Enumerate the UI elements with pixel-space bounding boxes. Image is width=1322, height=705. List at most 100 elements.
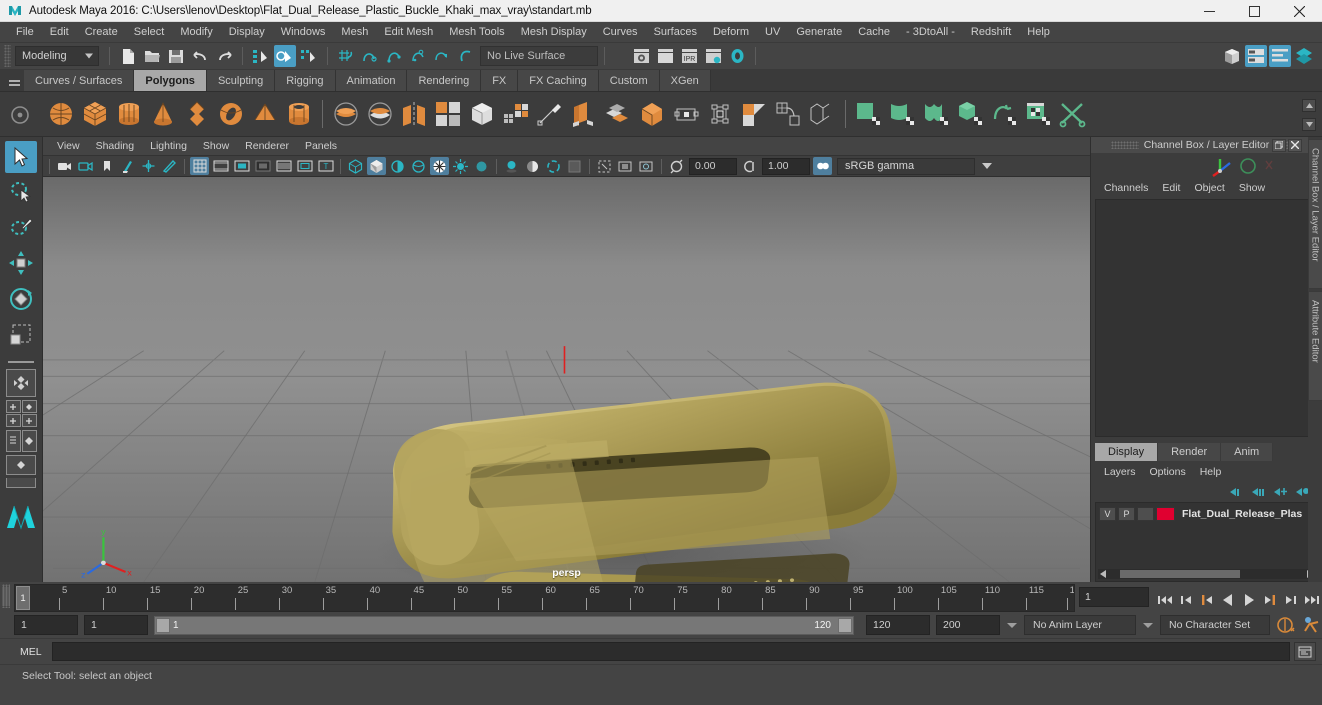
- undo-icon[interactable]: [189, 45, 211, 67]
- menu-windows[interactable]: Windows: [273, 23, 334, 42]
- modeling-toolkit-icon[interactable]: [1221, 45, 1243, 67]
- step-forward-frame-icon[interactable]: [1260, 590, 1280, 610]
- polygon-extrude-icon[interactable]: [567, 97, 601, 131]
- polygon-quad-draw-icon[interactable]: [499, 97, 533, 131]
- snap-to-curve-icon[interactable]: [359, 45, 381, 67]
- select-by-hierarchy-icon[interactable]: [250, 45, 272, 67]
- render-current-frame-icon[interactable]: [630, 45, 652, 67]
- shelf-tab-sculpting[interactable]: Sculpting: [206, 70, 276, 91]
- playback-start-time-field[interactable]: 1: [84, 615, 148, 635]
- layout-extra-row[interactable]: [6, 478, 36, 488]
- auto-keyframe-icon[interactable]: [1276, 615, 1296, 635]
- resolution-gate-icon[interactable]: [232, 157, 251, 175]
- film-gate-icon[interactable]: [211, 157, 230, 175]
- gamma-icon[interactable]: [740, 157, 759, 175]
- menu-cache[interactable]: Cache: [850, 23, 898, 42]
- open-scene-icon[interactable]: [141, 45, 163, 67]
- current-frame-field[interactable]: 1: [1079, 587, 1149, 607]
- channel-box-list[interactable]: [1095, 199, 1318, 437]
- use-all-lights-icon[interactable]: [472, 157, 491, 175]
- menu-deform[interactable]: Deform: [705, 23, 757, 42]
- multisample-aa-icon[interactable]: [565, 157, 584, 175]
- paint-select-tool-button[interactable]: [4, 209, 38, 245]
- lock-camera-icon[interactable]: [76, 157, 95, 175]
- polygon-cone-icon[interactable]: [146, 97, 180, 131]
- shelf-scroll-up-button[interactable]: [1302, 99, 1316, 112]
- polygon-bevel-icon[interactable]: [601, 97, 635, 131]
- polygon-reduce-icon[interactable]: [737, 97, 771, 131]
- menu-display[interactable]: Display: [221, 23, 273, 42]
- polygon-octahedron-icon[interactable]: [180, 97, 214, 131]
- gate-mask-icon[interactable]: [253, 157, 272, 175]
- polygon-multi-cut-icon[interactable]: [533, 97, 567, 131]
- current-time-indicator[interactable]: 1: [16, 586, 30, 610]
- flat-shade-icon[interactable]: [409, 157, 428, 175]
- step-back-keyframe-icon[interactable]: [1176, 590, 1196, 610]
- quad-view-cell[interactable]: [21, 400, 37, 413]
- safe-title-icon[interactable]: T: [316, 157, 335, 175]
- character-set-chevron-down-icon[interactable]: [1142, 622, 1154, 628]
- wireframe-on-shaded-icon[interactable]: [430, 157, 449, 175]
- lasso-tool-button[interactable]: [4, 173, 38, 209]
- viewport-menu-lighting[interactable]: Lighting: [142, 140, 195, 152]
- new-layer-icon[interactable]: [1226, 484, 1248, 500]
- snap-to-projected-center-icon[interactable]: [407, 45, 429, 67]
- menu-curves[interactable]: Curves: [595, 23, 646, 42]
- snap-to-view-plane-icon[interactable]: [431, 45, 453, 67]
- menu-file[interactable]: File: [8, 23, 42, 42]
- color-transform-dropdown[interactable]: sRGB gamma: [837, 157, 992, 175]
- polygon-torus-icon[interactable]: [214, 97, 248, 131]
- uv-automatic-icon[interactable]: [954, 97, 988, 131]
- bookmark-icon[interactable]: [97, 157, 116, 175]
- channel-box-icon[interactable]: [1293, 45, 1315, 67]
- polygon-fill-hole-icon[interactable]: [703, 97, 737, 131]
- maximize-button[interactable]: [1232, 0, 1277, 22]
- wireframe-icon[interactable]: [346, 157, 365, 175]
- select-tool-button[interactable]: [5, 141, 37, 173]
- uv-cylindrical-icon[interactable]: [920, 97, 954, 131]
- grease-pencil-icon[interactable]: [160, 157, 179, 175]
- animation-preferences-icon[interactable]: [1302, 615, 1322, 635]
- layer-color-swatch[interactable]: [1156, 506, 1175, 521]
- menu-redshift[interactable]: Redshift: [963, 23, 1019, 42]
- layer-list[interactable]: V P Flat_Dual_Release_Plas: [1095, 502, 1318, 582]
- scrollbar-thumb[interactable]: [1120, 570, 1240, 578]
- channelbox-menu-show[interactable]: Show: [1232, 182, 1272, 194]
- new-scene-icon[interactable]: [117, 45, 139, 67]
- select-by-component-icon[interactable]: [298, 45, 320, 67]
- uv-cut-icon[interactable]: [1056, 97, 1090, 131]
- range-end-handle[interactable]: [838, 617, 852, 633]
- viewport-menu-panels[interactable]: Panels: [297, 140, 345, 152]
- statusline-grip[interactable]: [4, 45, 11, 67]
- layer-menu-options[interactable]: Options: [1143, 466, 1193, 478]
- single-perspective-layout-button[interactable]: [6, 369, 36, 397]
- screen-space-ao-icon[interactable]: [523, 157, 542, 175]
- persp-graph-layout-button[interactable]: [6, 455, 36, 475]
- channelbox-menu-channels[interactable]: Channels: [1097, 182, 1155, 194]
- four-view-layout-button[interactable]: [5, 400, 37, 427]
- menu-help[interactable]: Help: [1019, 23, 1058, 42]
- anim-layer-chevron-down-icon[interactable]: [1006, 622, 1018, 628]
- polygon-smooth-icon[interactable]: [465, 97, 499, 131]
- range-slider[interactable]: 1 120: [154, 615, 854, 635]
- hypershade-icon[interactable]: [726, 45, 748, 67]
- grid-icon[interactable]: [190, 157, 209, 175]
- sidetab-attribute-editor[interactable]: Attribute Editor: [1307, 291, 1322, 401]
- quad-view-cell[interactable]: [21, 414, 37, 427]
- polygon-booleans-union-icon[interactable]: [329, 97, 363, 131]
- render-settings-icon[interactable]: [702, 45, 724, 67]
- polygon-crease-icon[interactable]: [805, 97, 839, 131]
- helpline-grip[interactable]: [2, 584, 10, 604]
- channelbox-menu-edit[interactable]: Edit: [1155, 182, 1187, 194]
- shelf-tab-curves-surfaces[interactable]: Curves / Surfaces: [24, 70, 135, 91]
- go-to-end-icon[interactable]: [1302, 590, 1322, 610]
- uv-unfold-icon[interactable]: [988, 97, 1022, 131]
- layer-visibility-toggle[interactable]: V: [1099, 506, 1116, 521]
- snap-to-grid-icon[interactable]: [335, 45, 357, 67]
- channelbox-menu-object[interactable]: Object: [1187, 182, 1231, 194]
- motion-blur-icon[interactable]: [544, 157, 563, 175]
- character-set-field[interactable]: No Character Set: [1160, 615, 1270, 635]
- command-input[interactable]: [52, 642, 1290, 661]
- isolate-select-icon[interactable]: [595, 157, 614, 175]
- shelf-tab-fx-caching[interactable]: FX Caching: [518, 70, 599, 91]
